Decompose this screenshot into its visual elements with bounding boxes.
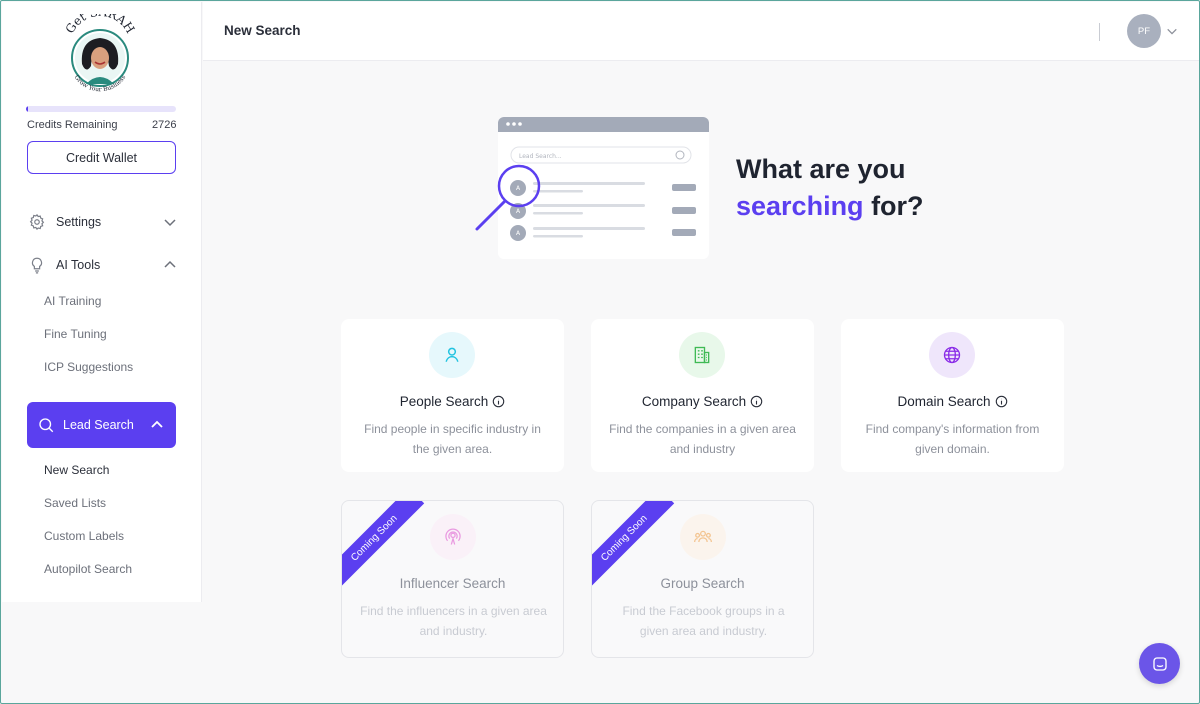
sidebar-item-settings[interactable]: Settings xyxy=(27,210,177,234)
sidebar-item-ai-tools[interactable]: AI Tools xyxy=(27,253,177,277)
illustration-search-placeholder: Lead Search... xyxy=(519,153,562,160)
hero-heading-accent: searching xyxy=(736,191,864,221)
credits-remaining-label: Credits Remaining xyxy=(27,119,118,131)
card-title-text: Domain Search xyxy=(897,394,991,409)
credits-progress-bar xyxy=(26,106,176,112)
chat-launcher-button[interactable] xyxy=(1139,643,1180,684)
broadcast-icon xyxy=(430,514,476,560)
info-icon[interactable] xyxy=(750,395,763,408)
hero-heading-rest: for? xyxy=(863,191,924,221)
hero-heading: What are you searching for? xyxy=(736,151,924,225)
card-title: Influencer Search xyxy=(399,576,506,591)
card-title: Company Search xyxy=(591,394,814,409)
card-people-search[interactable]: People Search Find people in specific in… xyxy=(341,319,564,472)
search-icon xyxy=(37,416,55,434)
coming-soon-ribbon: Coming Soon xyxy=(342,501,425,589)
sidebar-item-label: AI Tools xyxy=(56,258,101,272)
group-icon xyxy=(680,514,726,560)
header-divider xyxy=(1099,23,1100,41)
card-title: Domain Search xyxy=(841,394,1064,409)
sidebar-subitem-autopilot-search[interactable]: Autopilot Search xyxy=(44,562,132,576)
chevron-up-icon xyxy=(163,258,177,272)
gear-icon xyxy=(27,212,47,232)
app-window: Get SARAH Grow Your Business Credits Rem… xyxy=(0,0,1200,704)
globe-icon xyxy=(929,332,975,378)
sidebar-subitem-ai-training[interactable]: AI Training xyxy=(44,294,101,308)
chevron-up-icon xyxy=(150,418,164,432)
hero-heading-line2: searching for? xyxy=(736,188,924,225)
card-description: Find the Facebook groups in a given area… xyxy=(622,604,785,638)
credit-wallet-button[interactable]: Credit Wallet xyxy=(27,141,176,174)
card-group-search: Coming Soon Group Search Find the Facebo… xyxy=(591,500,814,658)
building-icon xyxy=(679,332,725,378)
get-sarah-logo[interactable]: Get SARAH Grow Your Business xyxy=(62,14,138,98)
avatar[interactable]: PF xyxy=(1127,14,1161,48)
card-company-search[interactable]: Company Search Find the companies in a g… xyxy=(591,319,814,472)
sidebar-subitem-icp-suggestions[interactable]: ICP Suggestions xyxy=(44,360,133,374)
sidebar-subitem-custom-labels[interactable]: Custom Labels xyxy=(44,529,124,543)
coming-soon-ribbon: Coming Soon xyxy=(592,501,675,589)
sidebar-footer-area xyxy=(2,602,202,703)
sidebar: Get SARAH Grow Your Business Credits Rem… xyxy=(2,2,202,703)
credits-remaining-value: 2726 xyxy=(152,119,177,131)
chat-icon xyxy=(1151,655,1169,673)
info-icon[interactable] xyxy=(995,395,1008,408)
card-title: People Search xyxy=(341,394,564,409)
sidebar-item-lead-search[interactable]: Lead Search xyxy=(27,402,176,448)
search-illustration: Lead Search... A A A xyxy=(475,117,709,259)
card-description: Find people in specific industry in the … xyxy=(364,422,541,456)
chevron-down-icon[interactable] xyxy=(1166,24,1178,42)
card-title-text: People Search xyxy=(399,394,489,409)
card-description: Find the influencers in a given area and… xyxy=(360,604,547,638)
card-title: Group Search xyxy=(660,576,745,591)
credits-progress-fill xyxy=(26,106,28,112)
sidebar-subitem-fine-tuning[interactable]: Fine Tuning xyxy=(44,327,107,341)
chevron-down-icon xyxy=(163,215,177,229)
card-description: Find the companies in a given area and i… xyxy=(609,422,796,456)
card-description: Find company's information from given do… xyxy=(865,422,1040,456)
info-icon[interactable] xyxy=(492,395,505,408)
hero-heading-line1: What are you xyxy=(736,154,906,184)
card-influencer-search: Coming Soon Influencer Search Find the i… xyxy=(341,500,564,658)
sidebar-subitem-new-search[interactable]: New Search xyxy=(44,463,109,477)
top-header: New Search PF xyxy=(203,2,1199,61)
card-domain-search[interactable]: Domain Search Find company's information… xyxy=(841,319,1064,472)
sidebar-subitem-saved-lists[interactable]: Saved Lists xyxy=(44,496,106,510)
person-icon xyxy=(429,332,475,378)
lightbulb-icon xyxy=(27,255,47,275)
card-title-text: Company Search xyxy=(641,394,747,409)
sidebar-item-label: Lead Search xyxy=(63,418,134,432)
sidebar-item-label: Settings xyxy=(56,215,102,229)
page-title: New Search xyxy=(224,23,301,38)
